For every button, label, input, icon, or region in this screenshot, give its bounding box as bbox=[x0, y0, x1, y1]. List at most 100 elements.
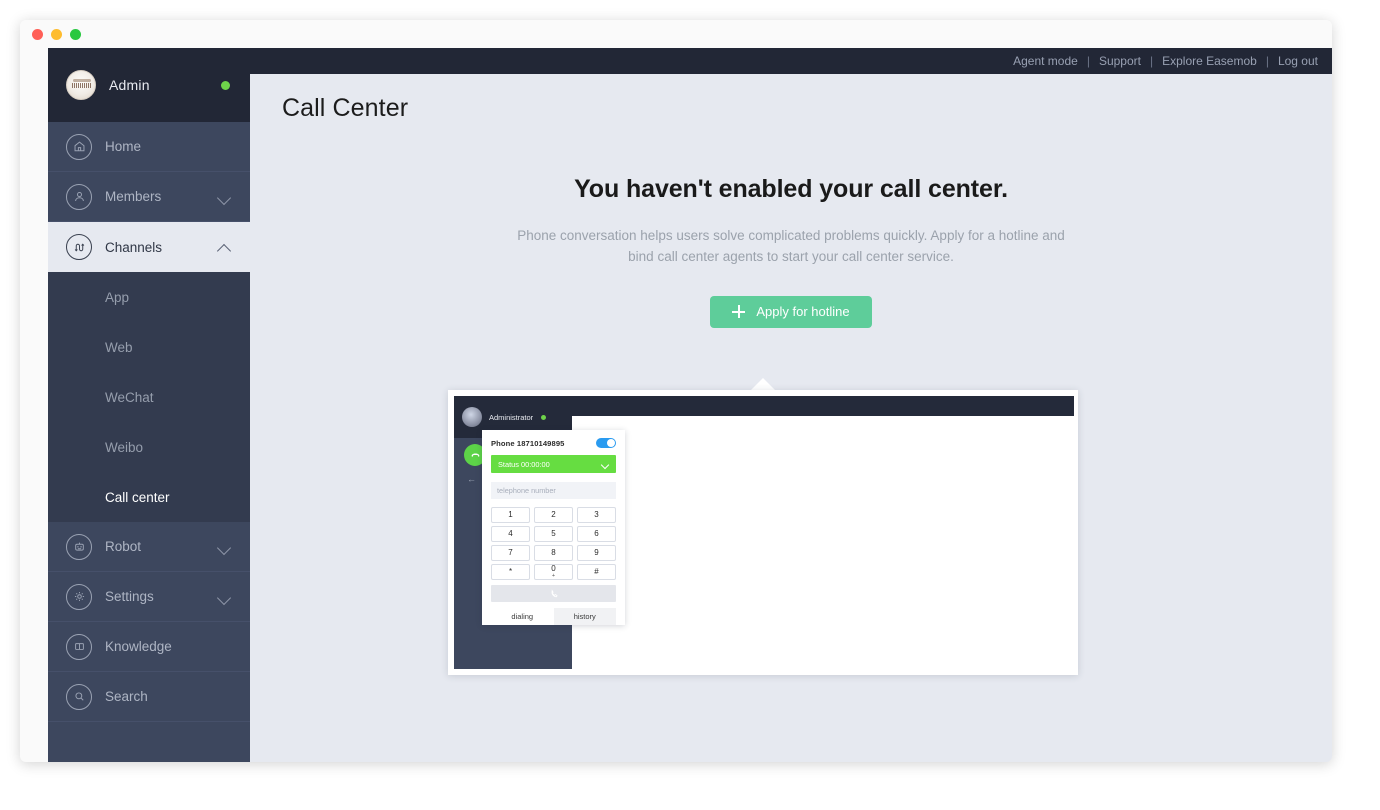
online-status-dot bbox=[221, 81, 230, 90]
empty-state: You haven't enabled your call center. Ph… bbox=[250, 175, 1332, 328]
key-label: 9 bbox=[594, 548, 599, 557]
sidebar-item-label: Settings bbox=[105, 589, 154, 604]
channels-submenu: App Web WeChat Weibo Call center bbox=[48, 272, 250, 522]
dialer-toggle-switch[interactable] bbox=[596, 438, 616, 448]
key-label: # bbox=[594, 567, 599, 576]
online-status-dot bbox=[541, 414, 547, 420]
window-close-button[interactable] bbox=[32, 28, 43, 40]
keypad-key-8[interactable]: 8 bbox=[534, 545, 573, 561]
separator: | bbox=[1149, 54, 1154, 68]
keypad-key-0[interactable]: 0 + bbox=[534, 564, 573, 580]
chevron-down-icon[interactable] bbox=[218, 540, 232, 554]
top-navigation-bar: Agent mode | Support | Explore Easemob |… bbox=[250, 48, 1332, 74]
preview-admin-name: Administrator bbox=[489, 412, 534, 422]
plus-icon bbox=[732, 305, 746, 319]
profile-name: Admin bbox=[109, 77, 150, 93]
sidebar-item-members[interactable]: Members bbox=[48, 172, 250, 222]
dialer-phone-label: Phone 18710149895 bbox=[491, 438, 565, 448]
sidebar: Admin Home Members Channels App Web WeCh… bbox=[48, 48, 250, 762]
window-titlebar bbox=[20, 20, 1332, 48]
call-center-preview: Administrator ← Phone 18710149895 Status… bbox=[448, 378, 1078, 675]
sidebar-subitem-label: App bbox=[105, 289, 130, 305]
chevron-down-icon[interactable] bbox=[218, 190, 232, 204]
sidebar-subitem-web[interactable]: Web bbox=[48, 322, 250, 372]
sidebar-item-label: Search bbox=[105, 689, 148, 704]
chevron-up-icon[interactable] bbox=[218, 240, 232, 254]
keypad-key-6[interactable]: 6 bbox=[577, 526, 616, 542]
dialer-tabs: dialing history bbox=[491, 608, 616, 625]
tab-history[interactable]: history bbox=[553, 608, 616, 625]
sidebar-subitem-label: WeChat bbox=[105, 389, 154, 405]
keypad-key-5[interactable]: 5 bbox=[534, 526, 573, 542]
sidebar-subitem-weibo[interactable]: Weibo bbox=[48, 422, 250, 472]
keypad-key-hash[interactable]: # bbox=[577, 564, 616, 580]
dialer-body: telephone number 1 2 3 4 5 6 7 8 9 * 0 +… bbox=[482, 473, 625, 625]
page-title: Call Center bbox=[282, 94, 409, 122]
sidebar-item-robot[interactable]: Robot bbox=[48, 522, 250, 572]
sidebar-item-home[interactable]: Home bbox=[48, 122, 250, 172]
chevron-down-icon[interactable] bbox=[218, 590, 232, 604]
apply-for-hotline-label: Apply for hotline bbox=[756, 304, 850, 320]
sidebar-item-knowledge[interactable]: Knowledge bbox=[48, 622, 250, 672]
keypad-key-star[interactable]: * bbox=[491, 564, 530, 580]
sidebar-subitem-label: Call center bbox=[105, 489, 170, 505]
tab-label: history bbox=[573, 612, 596, 621]
sidebar-item-settings[interactable]: Settings bbox=[48, 572, 250, 622]
empty-state-heading: You haven't enabled your call center. bbox=[574, 175, 1008, 203]
book-icon bbox=[66, 633, 92, 660]
keypad-key-2[interactable]: 2 bbox=[534, 507, 573, 523]
members-icon bbox=[66, 183, 92, 210]
dialer-header: Phone 18710149895 bbox=[482, 430, 625, 455]
search-icon bbox=[66, 683, 92, 710]
preview-card: Administrator ← Phone 18710149895 Status… bbox=[448, 390, 1078, 675]
key-label: 0 bbox=[551, 564, 556, 573]
key-label: 5 bbox=[551, 529, 556, 538]
sidebar-subitem-wechat[interactable]: WeChat bbox=[48, 372, 250, 422]
keypad-key-7[interactable]: 7 bbox=[491, 545, 530, 561]
window-maximize-button[interactable] bbox=[70, 28, 81, 40]
explore-easemob-link[interactable]: Explore Easemob bbox=[1162, 54, 1257, 68]
app-window: Admin Home Members Channels App Web WeCh… bbox=[20, 20, 1332, 762]
sidebar-item-label: Members bbox=[105, 189, 162, 204]
sidebar-subitem-label: Weibo bbox=[105, 439, 144, 455]
avatar bbox=[462, 407, 482, 427]
telephone-number-input[interactable]: telephone number bbox=[491, 482, 616, 499]
key-label: 2 bbox=[551, 510, 556, 519]
gear-icon bbox=[66, 583, 92, 610]
key-label: 3 bbox=[594, 510, 599, 519]
sidebar-item-channels[interactable]: Channels bbox=[48, 222, 250, 272]
separator: | bbox=[1265, 54, 1269, 68]
support-link[interactable]: Support bbox=[1099, 54, 1141, 68]
apply-for-hotline-button[interactable]: Apply for hotline bbox=[710, 295, 872, 328]
sidebar-subitem-app[interactable]: App bbox=[48, 272, 250, 322]
separator: | bbox=[1086, 54, 1090, 68]
sidebar-subitem-call-center[interactable]: Call center bbox=[48, 472, 250, 522]
sidebar-profile[interactable]: Admin bbox=[48, 48, 250, 122]
dialer-panel: Phone 18710149895 Status 00:00:00 teleph… bbox=[482, 430, 625, 625]
agent-mode-link[interactable]: Agent mode bbox=[1013, 54, 1078, 68]
key-label: 6 bbox=[594, 529, 599, 538]
back-arrow-icon[interactable]: ← bbox=[467, 474, 476, 484]
keypad-key-3[interactable]: 3 bbox=[577, 507, 616, 523]
application-frame: Admin Home Members Channels App Web WeCh… bbox=[48, 48, 1332, 762]
call-button[interactable] bbox=[491, 585, 616, 602]
sidebar-item-label: Robot bbox=[105, 539, 142, 554]
keypad-key-9[interactable]: 9 bbox=[577, 545, 616, 561]
keypad-key-4[interactable]: 4 bbox=[491, 526, 530, 542]
top-navigation-links: Agent mode | Support | Explore Easemob |… bbox=[1013, 54, 1318, 68]
key-label: * bbox=[508, 567, 513, 576]
window-minimize-button[interactable] bbox=[51, 28, 62, 40]
sidebar-item-search[interactable]: Search bbox=[48, 672, 250, 722]
channels-icon bbox=[66, 234, 92, 260]
sidebar-item-label: Knowledge bbox=[105, 639, 172, 654]
chevron-down-icon bbox=[602, 461, 609, 468]
log-out-link[interactable]: Log out bbox=[1278, 54, 1318, 68]
keypad-key-1[interactable]: 1 bbox=[491, 507, 530, 523]
dialer-status-select[interactable]: Status 00:00:00 bbox=[491, 455, 616, 473]
key-label: 4 bbox=[508, 529, 513, 538]
sidebar-item-label: Channels bbox=[105, 239, 163, 255]
key-label: 7 bbox=[508, 548, 513, 557]
tab-dialing[interactable]: dialing bbox=[491, 608, 554, 625]
home-icon bbox=[66, 133, 92, 160]
avatar bbox=[66, 70, 96, 100]
